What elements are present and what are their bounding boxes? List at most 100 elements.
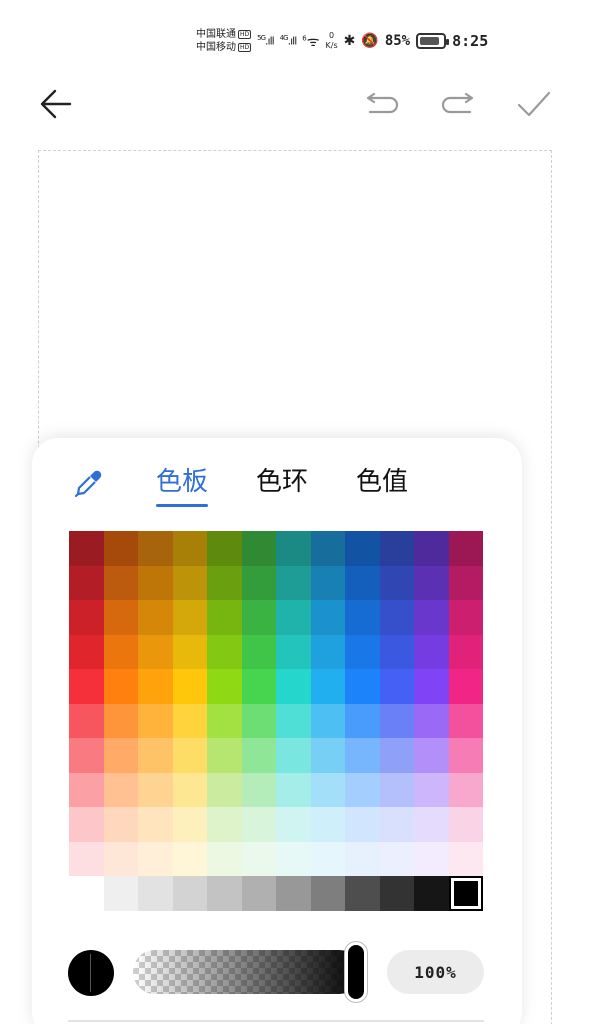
color-swatch[interactable] — [345, 772, 380, 808]
color-swatch[interactable] — [310, 841, 345, 877]
color-swatch[interactable] — [172, 669, 207, 704]
color-swatch[interactable] — [69, 565, 104, 601]
color-swatch[interactable] — [379, 738, 414, 773]
redo-button[interactable] — [436, 82, 480, 126]
color-swatch[interactable] — [310, 772, 345, 808]
color-swatch[interactable] — [345, 703, 380, 739]
color-swatch[interactable] — [276, 634, 311, 670]
color-swatch[interactable] — [103, 669, 138, 704]
color-swatch[interactable] — [345, 634, 380, 670]
color-swatch[interactable] — [276, 669, 311, 704]
color-swatch[interactable] — [103, 703, 138, 739]
tab-swatches[interactable]: 色板 — [156, 466, 208, 498]
color-swatch[interactable] — [172, 738, 207, 773]
color-swatch[interactable] — [345, 669, 380, 704]
color-swatch[interactable] — [103, 807, 138, 842]
color-swatch[interactable] — [310, 807, 345, 842]
color-swatch[interactable] — [310, 876, 345, 911]
color-swatch[interactable] — [172, 600, 207, 635]
color-swatch[interactable] — [310, 738, 345, 773]
color-swatch[interactable] — [448, 703, 483, 739]
color-swatch[interactable] — [103, 565, 138, 601]
color-swatch[interactable] — [103, 738, 138, 773]
color-swatch[interactable] — [276, 807, 311, 842]
color-swatch[interactable] — [172, 565, 207, 601]
color-swatch[interactable] — [207, 669, 242, 704]
color-swatch[interactable] — [207, 807, 242, 842]
color-swatch[interactable] — [379, 669, 414, 704]
color-swatch[interactable] — [345, 565, 380, 601]
color-swatch[interactable] — [172, 531, 207, 566]
color-swatch[interactable] — [138, 772, 173, 808]
opacity-slider-thumb[interactable] — [345, 942, 367, 1002]
color-swatch[interactable] — [276, 565, 311, 601]
color-swatch[interactable] — [241, 876, 276, 911]
color-swatch[interactable] — [241, 772, 276, 808]
color-swatch[interactable] — [448, 600, 483, 635]
color-swatch[interactable] — [448, 669, 483, 704]
color-swatch[interactable] — [69, 738, 104, 773]
color-swatch[interactable] — [207, 531, 242, 566]
color-swatch[interactable] — [172, 876, 207, 911]
color-swatch[interactable] — [414, 669, 449, 704]
color-swatch[interactable] — [448, 634, 483, 670]
color-swatch[interactable] — [414, 565, 449, 601]
color-swatch[interactable] — [172, 634, 207, 670]
color-swatch[interactable] — [379, 807, 414, 842]
color-swatch-selected[interactable] — [448, 876, 483, 911]
color-swatch[interactable] — [276, 600, 311, 635]
color-swatch[interactable] — [310, 669, 345, 704]
color-swatch[interactable] — [310, 565, 345, 601]
color-swatch[interactable] — [345, 876, 380, 911]
color-swatch[interactable] — [414, 703, 449, 739]
color-swatch[interactable] — [448, 772, 483, 808]
color-swatch[interactable] — [103, 772, 138, 808]
color-swatch[interactable] — [69, 669, 104, 704]
color-swatch[interactable] — [69, 600, 104, 635]
color-swatch[interactable] — [379, 531, 414, 566]
color-swatch[interactable] — [138, 841, 173, 877]
color-swatch[interactable] — [69, 841, 104, 877]
tab-color-value[interactable]: 色值 — [356, 466, 408, 498]
color-swatch[interactable] — [379, 876, 414, 911]
color-swatch[interactable] — [414, 772, 449, 808]
color-swatch[interactable] — [448, 841, 483, 877]
color-swatch[interactable] — [138, 600, 173, 635]
color-swatch[interactable] — [207, 600, 242, 635]
color-swatch[interactable] — [207, 772, 242, 808]
color-swatch[interactable] — [103, 876, 138, 911]
color-swatch[interactable] — [414, 876, 449, 911]
color-swatch[interactable] — [345, 738, 380, 773]
color-swatch[interactable] — [276, 531, 311, 566]
color-swatch[interactable] — [414, 634, 449, 670]
color-swatch[interactable] — [207, 738, 242, 773]
color-swatch[interactable] — [345, 841, 380, 877]
color-swatch[interactable] — [448, 807, 483, 842]
color-swatch[interactable] — [448, 531, 483, 566]
color-swatch[interactable] — [448, 738, 483, 773]
color-swatch[interactable] — [310, 703, 345, 739]
color-swatch[interactable] — [345, 600, 380, 635]
color-swatch[interactable] — [276, 738, 311, 773]
color-swatch[interactable] — [69, 876, 104, 911]
color-swatch[interactable] — [276, 876, 311, 911]
color-swatch[interactable] — [69, 531, 104, 566]
color-swatch[interactable] — [103, 841, 138, 877]
color-swatch[interactable] — [172, 807, 207, 842]
color-swatch[interactable] — [241, 531, 276, 566]
color-swatch[interactable] — [207, 703, 242, 739]
color-swatch[interactable] — [414, 738, 449, 773]
color-swatch[interactable] — [310, 600, 345, 635]
color-swatch[interactable] — [138, 634, 173, 670]
color-swatch[interactable] — [448, 565, 483, 601]
color-swatch[interactable] — [414, 807, 449, 842]
color-swatch[interactable] — [276, 772, 311, 808]
tab-color-wheel[interactable]: 色环 — [256, 466, 308, 498]
color-swatch[interactable] — [276, 841, 311, 877]
color-swatch[interactable] — [69, 634, 104, 670]
color-swatch[interactable] — [241, 807, 276, 842]
opacity-slider[interactable] — [133, 950, 361, 994]
color-swatch[interactable] — [379, 600, 414, 635]
color-swatch[interactable] — [172, 841, 207, 877]
color-swatch[interactable] — [138, 703, 173, 739]
